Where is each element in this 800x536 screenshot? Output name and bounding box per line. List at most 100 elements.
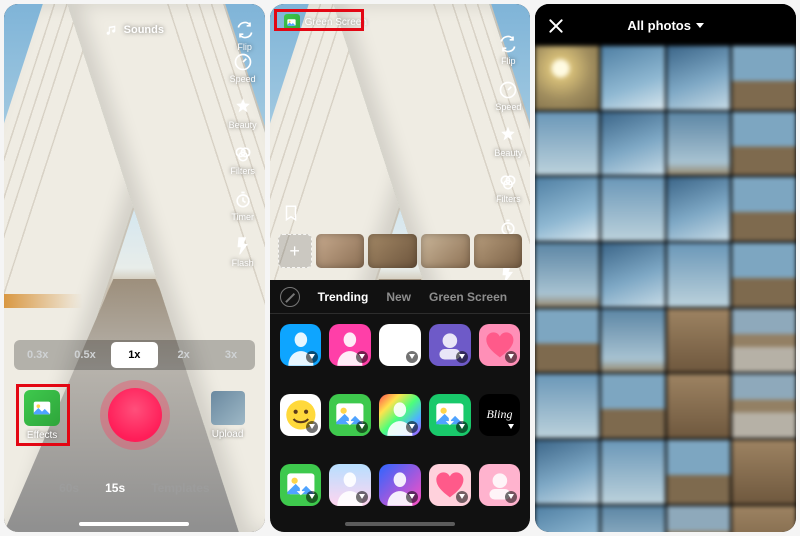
mode-60s[interactable]: 60s	[59, 481, 79, 495]
effect-silhouette-gradient[interactable]	[329, 464, 371, 506]
photo-thumb[interactable]	[601, 309, 665, 373]
photo-thumb[interactable]	[732, 309, 796, 373]
close-button[interactable]	[547, 16, 565, 34]
flip-button[interactable]: Flip	[498, 34, 518, 66]
flash-tool[interactable]: Flash	[232, 236, 254, 268]
beauty-icon	[233, 98, 253, 118]
preview-thumb[interactable]	[316, 234, 365, 268]
speed-0.5x[interactable]: 0.5x	[61, 342, 108, 368]
effect-bling-text[interactable]: Bling	[479, 394, 521, 436]
filters-icon	[498, 172, 518, 192]
upload-button[interactable]: Upload	[211, 391, 245, 440]
photo-thumb[interactable]	[535, 506, 599, 532]
effect-gradient-blur[interactable]	[379, 464, 421, 506]
effect-green-download[interactable]	[429, 394, 471, 436]
album-selector[interactable]: All photos	[627, 18, 704, 33]
effect-silhouette-blue[interactable]	[280, 324, 322, 366]
green-screen-preview-strip: +	[278, 232, 523, 270]
effect-stickers[interactable]	[379, 324, 421, 366]
beauty-tool-label: Beauty	[229, 120, 257, 130]
photo-thumb[interactable]	[601, 46, 665, 110]
photo-thumb[interactable]	[732, 177, 796, 241]
effect-hearts-arrow[interactable]	[479, 324, 521, 366]
sounds-button[interactable]: Sounds	[105, 24, 164, 37]
photo-thumb[interactable]	[535, 243, 599, 307]
photo-thumb[interactable]	[667, 112, 731, 176]
no-effect-button[interactable]	[280, 287, 300, 307]
effect-silhouette-pink[interactable]	[329, 324, 371, 366]
speed-tool[interactable]: Speed	[230, 52, 256, 84]
photo-thumb[interactable]	[535, 177, 599, 241]
effect-hearts-couple[interactable]	[429, 464, 471, 506]
record-button[interactable]	[100, 380, 170, 450]
preview-thumb[interactable]	[368, 234, 417, 268]
photo-thumb[interactable]	[732, 440, 796, 504]
photo-thumb[interactable]	[535, 46, 599, 110]
photo-thumb[interactable]	[732, 243, 796, 307]
effect-face-pink[interactable]	[479, 464, 521, 506]
bookmark-effect-button[interactable]	[282, 204, 300, 222]
photo-thumb[interactable]	[601, 177, 665, 241]
photo-thumb[interactable]	[535, 112, 599, 176]
photo-picker-screen: All photos	[535, 4, 796, 532]
timer-tool[interactable]: Timer	[231, 190, 254, 222]
effects-screen: Green Screen Flip Speed Beauty Filters T…	[270, 4, 531, 532]
mode-15s[interactable]: 15s	[105, 481, 125, 495]
mode-templates[interactable]: Templates	[151, 481, 209, 495]
photo-thumb[interactable]	[732, 46, 796, 110]
photo-thumb[interactable]	[732, 112, 796, 176]
speed-1x[interactable]: 1x	[111, 342, 158, 368]
flip-button[interactable]: Flip	[235, 20, 255, 52]
photo-thumb[interactable]	[535, 440, 599, 504]
effect-rain-girl[interactable]	[429, 324, 471, 366]
effect-green-screen-video[interactable]	[280, 464, 322, 506]
effects-label: Effects	[27, 430, 57, 441]
download-icon	[505, 351, 517, 363]
flash-tool-label: Flash	[232, 258, 254, 268]
photo-thumb[interactable]	[601, 506, 665, 532]
preview-thumb[interactable]	[421, 234, 470, 268]
speed-2x[interactable]: 2x	[160, 342, 207, 368]
effect-green-screen-photo[interactable]	[329, 394, 371, 436]
tab-green-screen[interactable]: Green Screen	[429, 290, 507, 304]
photo-thumb[interactable]	[667, 440, 731, 504]
photo-thumb[interactable]	[667, 243, 731, 307]
preview-thumb[interactable]	[474, 234, 523, 268]
download-icon	[406, 491, 418, 503]
photo-thumb[interactable]	[601, 374, 665, 438]
filters-tool[interactable]: Filters	[230, 144, 255, 176]
speed-icon	[498, 80, 518, 100]
tab-trending[interactable]: Trending	[318, 290, 369, 304]
speed-tool-label: Speed	[495, 102, 521, 112]
add-media-button[interactable]: +	[278, 234, 312, 268]
photo-thumb[interactable]	[732, 374, 796, 438]
current-effect-badge[interactable]: Green Screen	[278, 12, 373, 32]
beauty-tool[interactable]: Beauty	[229, 98, 257, 130]
photo-thumb[interactable]	[732, 506, 796, 532]
beauty-tool[interactable]: Beauty	[494, 126, 522, 158]
photo-thumb[interactable]	[535, 374, 599, 438]
filters-tool[interactable]: Filters	[496, 172, 521, 204]
timer-icon	[233, 190, 253, 210]
upload-thumb-icon	[211, 391, 245, 425]
photo-thumb[interactable]	[535, 309, 599, 373]
photo-thumb[interactable]	[601, 112, 665, 176]
photo-thumb[interactable]	[667, 46, 731, 110]
speed-3x[interactable]: 3x	[207, 342, 254, 368]
download-icon	[456, 491, 468, 503]
speed-0.3x[interactable]: 0.3x	[14, 342, 61, 368]
photo-thumb[interactable]	[601, 440, 665, 504]
effect-rainbow-silhouette[interactable]	[379, 394, 421, 436]
camera-preview	[4, 4, 265, 532]
tab-new[interactable]: New	[386, 290, 411, 304]
effects-button[interactable]: Effects	[24, 390, 60, 441]
photo-thumb[interactable]	[667, 309, 731, 373]
photo-thumb[interactable]	[601, 243, 665, 307]
bottom-controls: Effects Upload	[4, 378, 265, 452]
effect-emoji-face[interactable]	[280, 394, 322, 436]
photo-thumb[interactable]	[667, 177, 731, 241]
photo-thumb[interactable]	[667, 374, 731, 438]
sounds-label: Sounds	[124, 24, 164, 36]
speed-tool[interactable]: Speed	[495, 80, 521, 112]
photo-thumb[interactable]	[667, 506, 731, 532]
